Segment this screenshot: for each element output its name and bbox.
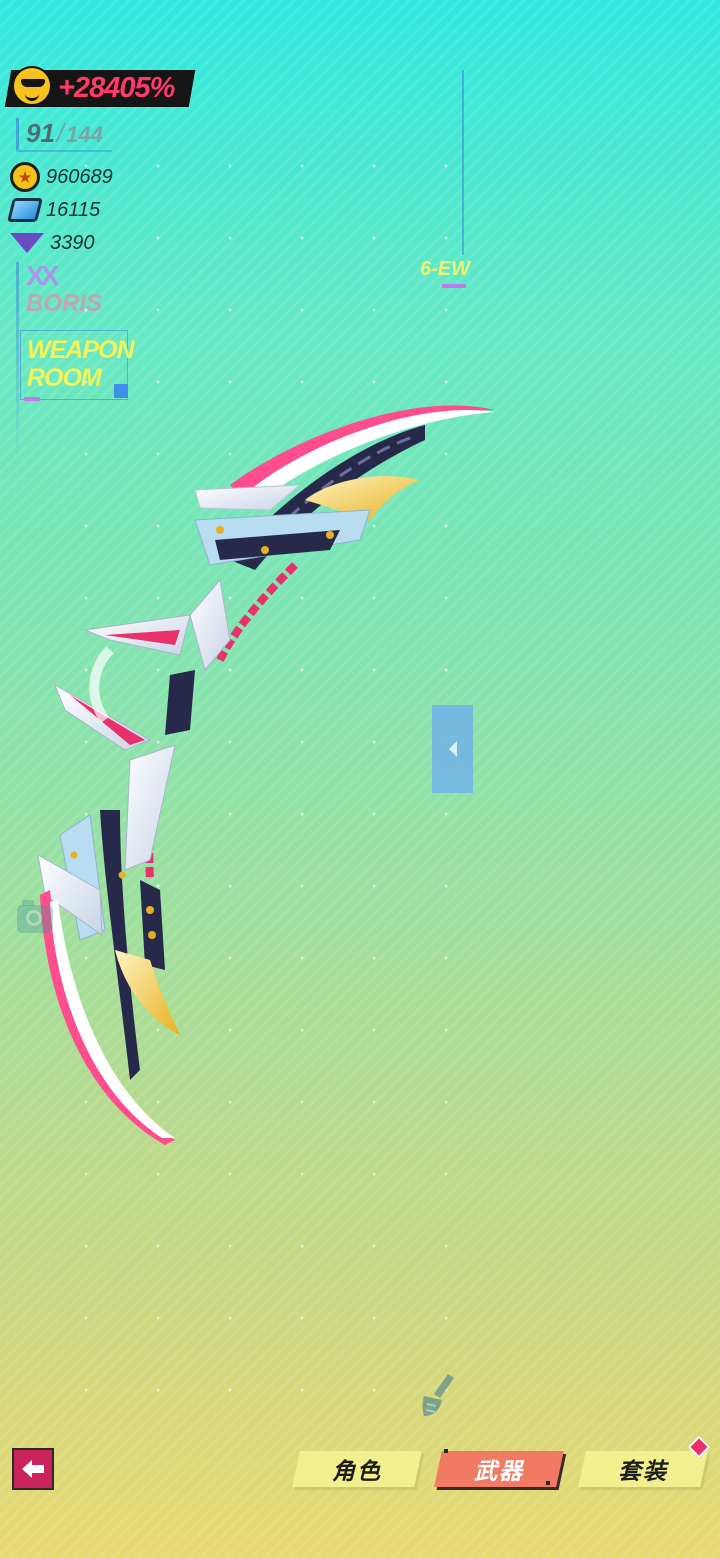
- tab-weapon-corner-dot: [546, 1481, 550, 1485]
- resource-gold: ★ 960689: [10, 162, 113, 192]
- player-name: BORIS: [26, 290, 103, 317]
- level-max: 144: [66, 122, 103, 147]
- gold-value: 960689: [46, 165, 113, 188]
- player-mark: XX: [26, 260, 59, 291]
- level-display: 91/144: [26, 118, 103, 149]
- resource-crystal: 3390: [10, 229, 95, 257]
- level-separator: /: [56, 118, 65, 148]
- weapon-code-dash: [442, 284, 466, 288]
- tab-weapon[interactable]: 武器: [434, 1449, 564, 1487]
- back-button[interactable]: [12, 1448, 54, 1490]
- left-rail: [16, 262, 19, 462]
- resource-gem: 16115: [7, 196, 101, 224]
- power-value: +28405%: [58, 72, 175, 104]
- tab-suit[interactable]: 套装: [578, 1451, 708, 1487]
- gold-coin-icon: ★: [10, 162, 40, 192]
- chevron-left-icon: [448, 741, 457, 757]
- sunglasses-face-icon: [12, 66, 52, 106]
- gem-value: 16115: [46, 198, 101, 221]
- tab-weapon-label: 武器: [474, 1458, 524, 1484]
- right-rail: [462, 70, 464, 255]
- side-panel-toggle[interactable]: [432, 705, 473, 793]
- brush-icon[interactable]: [418, 1372, 458, 1420]
- weapon-code: 6-EW: [420, 258, 470, 280]
- level-underline: [16, 150, 112, 152]
- crystal-value: 3390: [50, 231, 95, 254]
- back-arrow-icon: [22, 1460, 44, 1478]
- camera-icon[interactable]: [17, 900, 53, 933]
- blue-gem-icon: [7, 198, 43, 222]
- tab-weapon-corner-dot: [444, 1449, 448, 1453]
- purple-crystal-icon: [10, 233, 44, 253]
- tab-suit-label: 套装: [618, 1458, 668, 1484]
- tab-character-label: 角色: [332, 1458, 382, 1484]
- level-current: 91: [26, 118, 55, 148]
- tab-character[interactable]: 角色: [292, 1451, 422, 1487]
- level-bracket: [16, 118, 19, 150]
